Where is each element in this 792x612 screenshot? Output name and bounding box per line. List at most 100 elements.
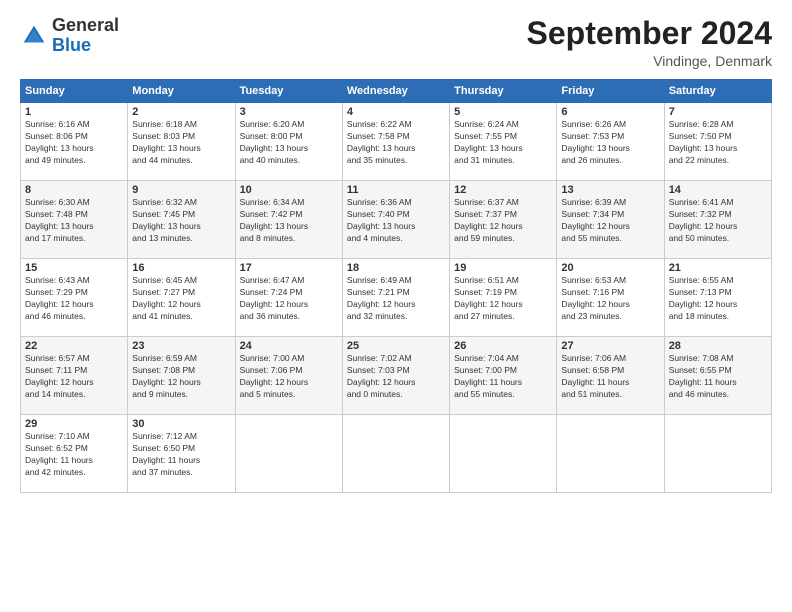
day-number: 23 bbox=[132, 340, 230, 352]
day-info: and 35 minutes. bbox=[347, 155, 445, 167]
day-info: Sunset: 7:40 PM bbox=[347, 209, 445, 221]
day-number: 8 bbox=[25, 184, 123, 196]
calendar-cell: 21Sunrise: 6:55 AMSunset: 7:13 PMDayligh… bbox=[664, 259, 771, 337]
day-info: Sunset: 6:50 PM bbox=[132, 443, 230, 455]
day-number: 18 bbox=[347, 262, 445, 274]
day-info: Sunrise: 6:34 AM bbox=[240, 197, 338, 209]
day-info: Sunrise: 6:53 AM bbox=[561, 275, 659, 287]
day-info: Daylight: 12 hours bbox=[132, 299, 230, 311]
day-info: and 42 minutes. bbox=[25, 467, 123, 479]
location: Vindinge, Denmark bbox=[527, 53, 772, 69]
day-info: Sunset: 8:06 PM bbox=[25, 131, 123, 143]
day-number: 10 bbox=[240, 184, 338, 196]
day-info: Daylight: 12 hours bbox=[347, 299, 445, 311]
day-info: Daylight: 12 hours bbox=[240, 377, 338, 389]
day-info: Sunrise: 6:49 AM bbox=[347, 275, 445, 287]
day-info: and 0 minutes. bbox=[347, 389, 445, 401]
calendar-cell bbox=[235, 415, 342, 493]
day-info: and 26 minutes. bbox=[561, 155, 659, 167]
calendar-cell: 20Sunrise: 6:53 AMSunset: 7:16 PMDayligh… bbox=[557, 259, 664, 337]
day-info: Daylight: 12 hours bbox=[132, 377, 230, 389]
calendar-cell bbox=[557, 415, 664, 493]
day-info: Daylight: 13 hours bbox=[25, 143, 123, 155]
day-info: Daylight: 12 hours bbox=[25, 299, 123, 311]
day-info: Sunset: 7:45 PM bbox=[132, 209, 230, 221]
calendar-cell: 17Sunrise: 6:47 AMSunset: 7:24 PMDayligh… bbox=[235, 259, 342, 337]
calendar-cell: 27Sunrise: 7:06 AMSunset: 6:58 PMDayligh… bbox=[557, 337, 664, 415]
calendar-table: Sunday Monday Tuesday Wednesday Thursday… bbox=[20, 79, 772, 493]
calendar-week-2: 8Sunrise: 6:30 AMSunset: 7:48 PMDaylight… bbox=[21, 181, 772, 259]
day-info: Daylight: 12 hours bbox=[454, 221, 552, 233]
calendar-cell: 22Sunrise: 6:57 AMSunset: 7:11 PMDayligh… bbox=[21, 337, 128, 415]
day-info: Sunrise: 6:55 AM bbox=[669, 275, 767, 287]
calendar-cell: 23Sunrise: 6:59 AMSunset: 7:08 PMDayligh… bbox=[128, 337, 235, 415]
day-info: Sunrise: 6:20 AM bbox=[240, 119, 338, 131]
day-info: Daylight: 12 hours bbox=[561, 299, 659, 311]
calendar-week-3: 15Sunrise: 6:43 AMSunset: 7:29 PMDayligh… bbox=[21, 259, 772, 337]
day-info: Sunset: 7:19 PM bbox=[454, 287, 552, 299]
calendar-cell: 18Sunrise: 6:49 AMSunset: 7:21 PMDayligh… bbox=[342, 259, 449, 337]
day-info: Sunrise: 6:43 AM bbox=[25, 275, 123, 287]
day-number: 29 bbox=[25, 418, 123, 430]
calendar-cell: 14Sunrise: 6:41 AMSunset: 7:32 PMDayligh… bbox=[664, 181, 771, 259]
day-info: Sunrise: 6:16 AM bbox=[25, 119, 123, 131]
day-number: 12 bbox=[454, 184, 552, 196]
day-info: and 41 minutes. bbox=[132, 311, 230, 323]
day-info: Sunrise: 6:59 AM bbox=[132, 353, 230, 365]
calendar-cell: 9Sunrise: 6:32 AMSunset: 7:45 PMDaylight… bbox=[128, 181, 235, 259]
logo-blue-text: Blue bbox=[52, 35, 91, 55]
day-info: and 18 minutes. bbox=[669, 311, 767, 323]
day-info: and 27 minutes. bbox=[454, 311, 552, 323]
calendar-cell: 16Sunrise: 6:45 AMSunset: 7:27 PMDayligh… bbox=[128, 259, 235, 337]
calendar-cell: 3Sunrise: 6:20 AMSunset: 8:00 PMDaylight… bbox=[235, 103, 342, 181]
day-info: Daylight: 13 hours bbox=[132, 143, 230, 155]
day-number: 15 bbox=[25, 262, 123, 274]
col-thursday: Thursday bbox=[450, 80, 557, 103]
calendar-cell: 6Sunrise: 6:26 AMSunset: 7:53 PMDaylight… bbox=[557, 103, 664, 181]
day-info: Sunrise: 6:57 AM bbox=[25, 353, 123, 365]
day-info: Daylight: 12 hours bbox=[25, 377, 123, 389]
day-number: 26 bbox=[454, 340, 552, 352]
day-info: Sunrise: 6:36 AM bbox=[347, 197, 445, 209]
day-number: 5 bbox=[454, 106, 552, 118]
day-info: Sunset: 7:24 PM bbox=[240, 287, 338, 299]
day-info: and 31 minutes. bbox=[454, 155, 552, 167]
calendar-cell: 8Sunrise: 6:30 AMSunset: 7:48 PMDaylight… bbox=[21, 181, 128, 259]
title-area: September 2024 Vindinge, Denmark bbox=[527, 16, 772, 69]
day-info: Daylight: 11 hours bbox=[669, 377, 767, 389]
month-title: September 2024 bbox=[527, 16, 772, 51]
calendar-page: General Blue September 2024 Vindinge, De… bbox=[0, 0, 792, 612]
day-info: Sunset: 7:50 PM bbox=[669, 131, 767, 143]
day-info: Sunrise: 7:04 AM bbox=[454, 353, 552, 365]
logo-general-text: General bbox=[52, 15, 119, 35]
col-monday: Monday bbox=[128, 80, 235, 103]
day-info: Daylight: 12 hours bbox=[669, 299, 767, 311]
day-info: Sunset: 7:21 PM bbox=[347, 287, 445, 299]
day-info: Daylight: 13 hours bbox=[240, 143, 338, 155]
day-number: 19 bbox=[454, 262, 552, 274]
header: General Blue September 2024 Vindinge, De… bbox=[20, 16, 772, 69]
day-info: and 9 minutes. bbox=[132, 389, 230, 401]
calendar-cell: 2Sunrise: 6:18 AMSunset: 8:03 PMDaylight… bbox=[128, 103, 235, 181]
day-info: Sunrise: 6:47 AM bbox=[240, 275, 338, 287]
calendar-cell bbox=[450, 415, 557, 493]
day-info: Sunrise: 6:41 AM bbox=[669, 197, 767, 209]
calendar-cell: 1Sunrise: 6:16 AMSunset: 8:06 PMDaylight… bbox=[21, 103, 128, 181]
day-info: Sunrise: 6:51 AM bbox=[454, 275, 552, 287]
day-info: Daylight: 12 hours bbox=[240, 299, 338, 311]
day-info: Daylight: 12 hours bbox=[454, 299, 552, 311]
col-saturday: Saturday bbox=[664, 80, 771, 103]
day-info: Sunrise: 7:00 AM bbox=[240, 353, 338, 365]
day-info: Daylight: 11 hours bbox=[454, 377, 552, 389]
day-info: Sunset: 7:32 PM bbox=[669, 209, 767, 221]
calendar-cell: 28Sunrise: 7:08 AMSunset: 6:55 PMDayligh… bbox=[664, 337, 771, 415]
day-info: Sunset: 7:11 PM bbox=[25, 365, 123, 377]
day-number: 6 bbox=[561, 106, 659, 118]
day-info: Sunset: 7:58 PM bbox=[347, 131, 445, 143]
day-info: Daylight: 13 hours bbox=[561, 143, 659, 155]
day-info: Sunset: 7:13 PM bbox=[669, 287, 767, 299]
day-info: Sunset: 8:03 PM bbox=[132, 131, 230, 143]
calendar-cell: 29Sunrise: 7:10 AMSunset: 6:52 PMDayligh… bbox=[21, 415, 128, 493]
logo-icon bbox=[20, 22, 48, 50]
day-info: and 36 minutes. bbox=[240, 311, 338, 323]
